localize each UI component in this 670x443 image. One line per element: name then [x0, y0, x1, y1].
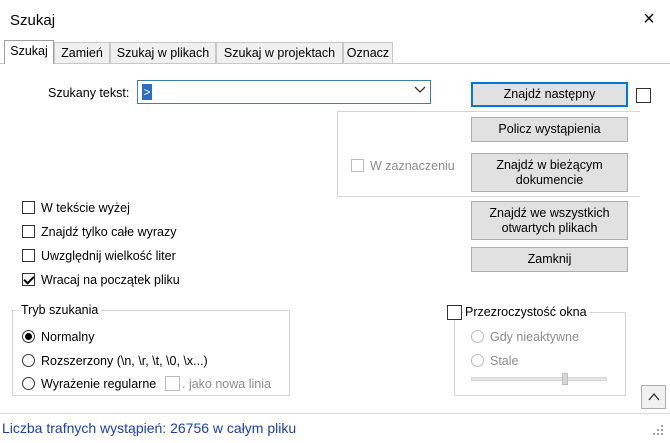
find-in-current-button[interactable]: Znajdź w bieżącym dokumencie	[471, 153, 628, 192]
search-backward-checkbox[interactable]	[22, 201, 35, 214]
mode-regex-radio[interactable]	[22, 377, 35, 390]
match-case-checkbox[interactable]	[22, 249, 35, 262]
dot-matches-newline-checkbox[interactable]	[165, 376, 180, 391]
mode-regex-label: Wyrażenie regularne	[41, 377, 157, 391]
transparency-always-radio[interactable]	[471, 354, 484, 367]
close-icon[interactable]: ×	[638, 8, 660, 30]
tab-mark[interactable]: Oznacz	[343, 42, 393, 63]
find-in-all-button[interactable]: Znajdź we wszystkich otwartych plikach	[471, 201, 628, 240]
search-mode-title: Tryb szukania	[19, 303, 101, 317]
in-selection-checkbox[interactable]	[351, 159, 364, 172]
transparency-inactive-label: Gdy nieaktywne	[490, 330, 579, 344]
chevron-up-icon	[648, 392, 659, 401]
close-button[interactable]: Zamknij	[471, 247, 628, 272]
in-selection-label: W zaznaczeniu	[370, 159, 455, 173]
find-next-option-checkbox[interactable]	[636, 88, 651, 103]
whole-word-label: Znajdź tylko całe wyrazy	[41, 225, 177, 239]
search-label: Szukany tekst:	[48, 86, 130, 100]
count-button[interactable]: Policz wystąpienia	[471, 117, 628, 142]
tab-find-in-files[interactable]: Szukaj w plikach	[110, 42, 216, 63]
dot-matches-newline-label: . jako nowa linia	[182, 377, 271, 391]
title-bar: Szukaj ×	[0, 0, 670, 40]
transparency-checkbox[interactable]	[447, 305, 462, 320]
whole-word-checkbox[interactable]	[22, 225, 35, 238]
mode-normal-radio[interactable]	[22, 330, 35, 343]
search-input[interactable]: >	[137, 80, 431, 104]
tab-find-in-projects[interactable]: Szukaj w projektach	[216, 42, 343, 63]
chevron-down-icon[interactable]	[414, 83, 426, 98]
wrap-around-checkbox[interactable]	[22, 273, 35, 286]
mode-extended-radio[interactable]	[22, 354, 35, 367]
mode-extended-label: Rozszerzony (\n, \r, \t, \0, \x...)	[41, 354, 208, 368]
transparency-inactive-radio[interactable]	[471, 330, 484, 343]
status-text: Liczba trafnych wystąpień: 26756 w całym…	[2, 420, 297, 436]
transparency-slider-thumb[interactable]	[562, 373, 568, 385]
status-bar: Liczba trafnych wystąpień: 26756 w całym…	[0, 413, 670, 443]
tab-find[interactable]: Szukaj	[4, 40, 54, 64]
transparency-title: Przezroczystość okna	[463, 305, 589, 319]
search-backward-label: W tekście wyżej	[41, 201, 130, 215]
window-title: Szukaj	[10, 12, 56, 29]
resize-grip-icon[interactable]	[652, 424, 666, 438]
transparency-always-label: Stale	[490, 354, 519, 368]
tab-replace[interactable]: Zamień	[54, 42, 110, 63]
mode-normal-label: Normalny	[41, 330, 95, 344]
transparency-slider[interactable]	[471, 377, 607, 381]
text-cursor-icon: >	[142, 84, 152, 100]
match-case-label: Uwzględnij wielkość liter	[41, 249, 176, 263]
collapse-button[interactable]	[641, 385, 666, 409]
wrap-around-label: Wracaj na początek pliku	[41, 273, 180, 287]
find-next-button[interactable]: Znajdź następny	[471, 82, 628, 107]
